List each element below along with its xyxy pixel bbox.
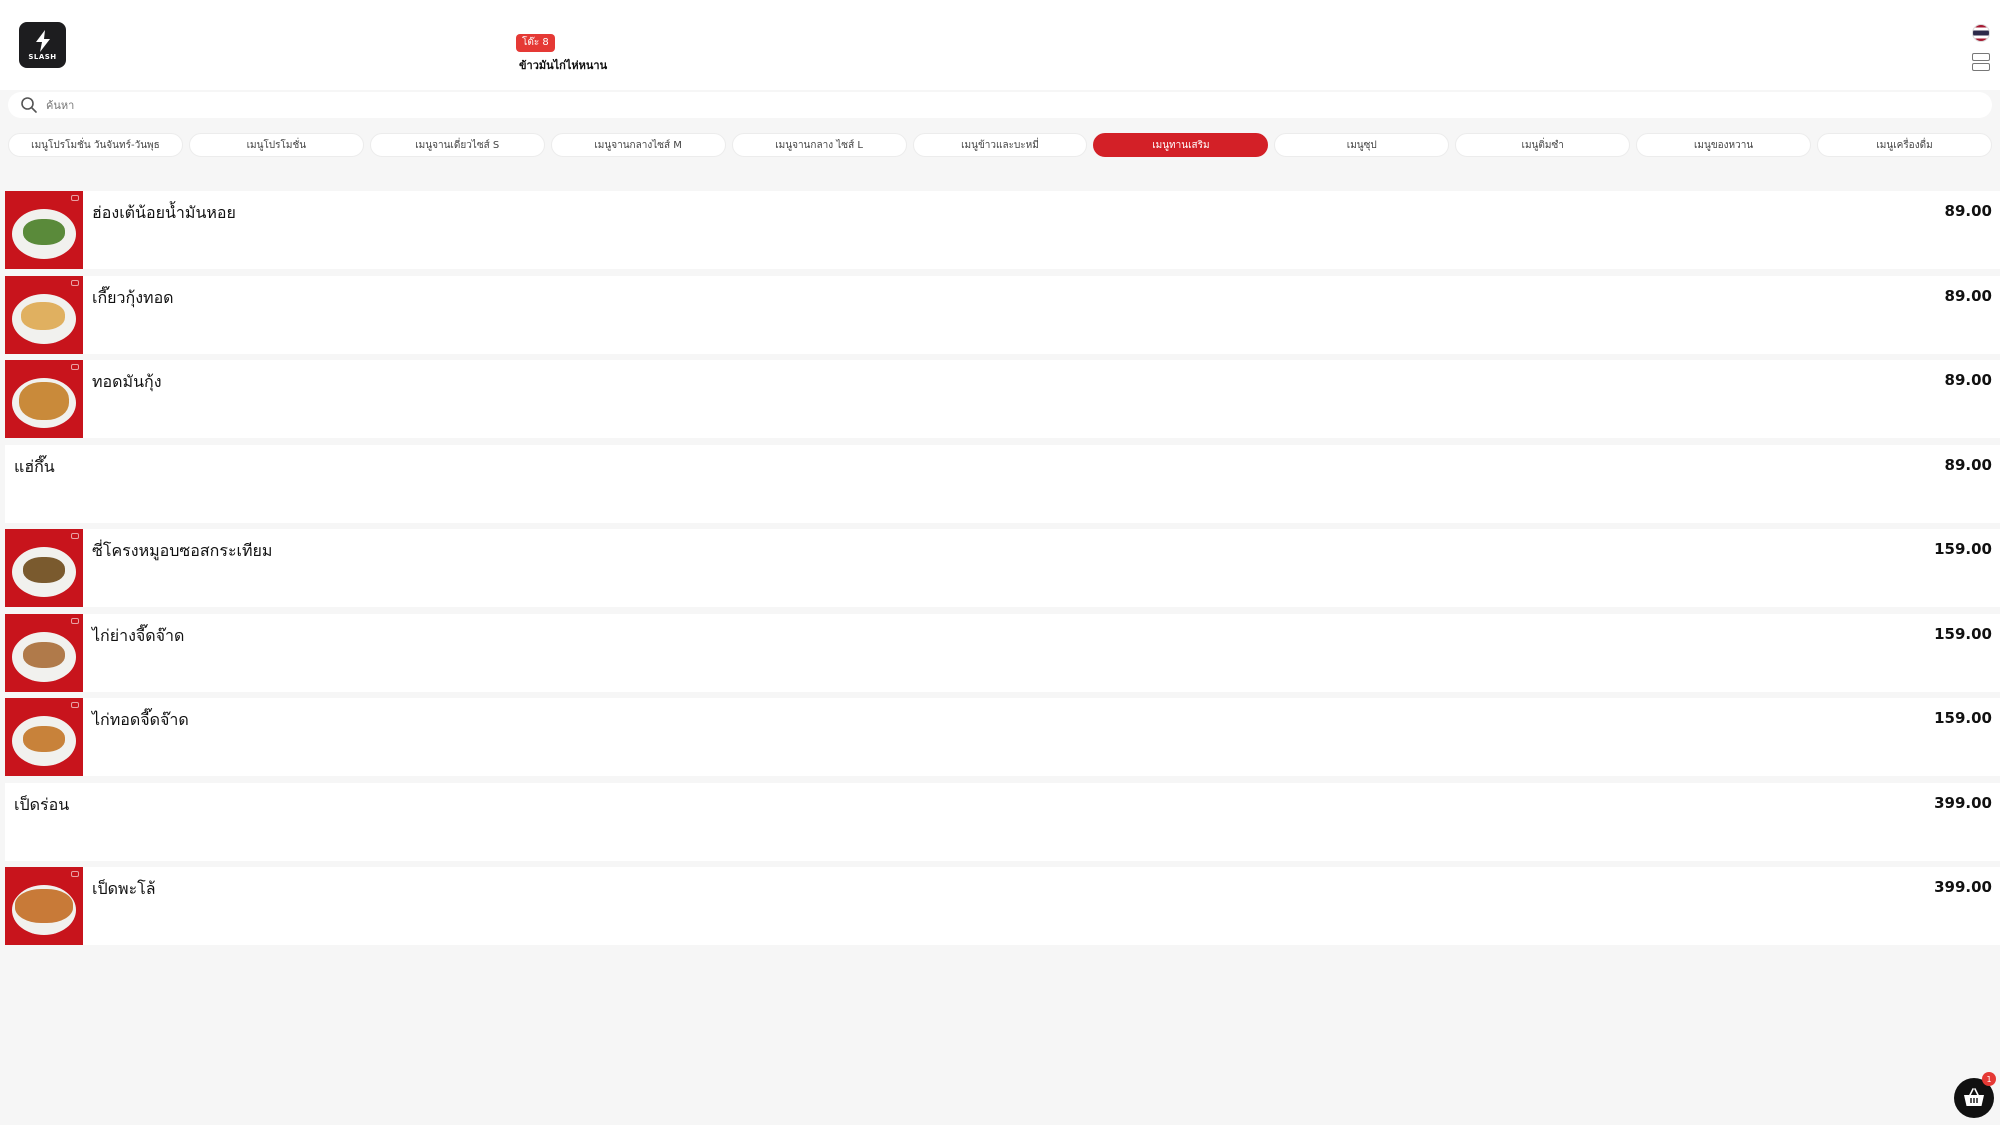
logo-text: SLASH xyxy=(28,52,57,61)
menu-item[interactable]: ไก่ทอดจี๊ดจ๊าด 159.00 xyxy=(5,698,2000,776)
search-input[interactable] xyxy=(46,98,1946,112)
search-bar xyxy=(8,92,1992,118)
menu-item[interactable]: เกี๊ยวกุ้งทอด 89.00 xyxy=(5,275,2000,354)
menu-item-name: เกี๊ยวกุ้งทอด xyxy=(92,287,174,307)
slash-logo[interactable]: SLASH xyxy=(19,22,66,68)
menu-item[interactable]: ไก่ย่างจี๊ดจ๊าด 159.00 xyxy=(5,613,2000,692)
menu-item-price: 159.00 xyxy=(1934,540,1992,558)
menu-item-image xyxy=(5,275,83,354)
thai-flag-icon[interactable] xyxy=(1972,24,1990,42)
menu-item-price: 89.00 xyxy=(1944,286,1992,305)
menu-item-name: ซี่โครงหมูอบซอสกระเทียม xyxy=(92,541,273,560)
menu-item[interactable]: ฮ่องเต้น้อยน้ำมันหอย 89.00 xyxy=(5,191,2000,269)
menu-item[interactable]: แฮ่กึ๊น 89.00 xyxy=(5,444,2000,523)
menu-item-price: 89.00 xyxy=(1944,371,1992,389)
menu-item-image xyxy=(5,698,83,776)
menu-item[interactable]: ทอดมันกุ้ง 89.00 xyxy=(5,360,2000,438)
menu-item-price: 89.00 xyxy=(1944,455,1992,474)
table-badge: โต๊ะ 8 xyxy=(516,34,555,52)
tab-medium-size-l[interactable]: เมนูจานกลาง ไซส์ L xyxy=(731,133,907,157)
menu-item-name: ไก่ย่างจี๊ดจ๊าด xyxy=(92,625,185,645)
menu-item-name: ไก่ทอดจี๊ดจ๊าด xyxy=(92,710,189,729)
tab-medium-size-m[interactable]: เมนูจานกลางไซส์ M xyxy=(550,133,726,157)
header: SLASH โต๊ะ 8 ข้าวมันไก่ไห่หนาน xyxy=(0,0,2000,90)
tab-promo[interactable]: เมนูโปรโมชั่น xyxy=(188,133,364,157)
tab-dessert[interactable]: เมนูของหวาน xyxy=(1636,133,1812,157)
menu-item-price: 159.00 xyxy=(1934,709,1992,727)
tab-single-size-s[interactable]: เมนูจานเดี่ยวไซส์ S xyxy=(369,133,545,157)
menu-item-name: ฮ่องเต้น้อยน้ำมันหอย xyxy=(92,203,236,222)
tab-drinks[interactable]: เมนูเครื่องดื่ม xyxy=(1817,133,1992,157)
tab-promo-mon-wed[interactable]: เมนูโปรโมชั่น วันจันทร์-วันพุธ xyxy=(8,133,183,157)
menu-item[interactable]: ซี่โครงหมูอบซอสกระเทียม 159.00 xyxy=(5,529,2000,607)
menu-item-image xyxy=(5,867,83,945)
search-icon xyxy=(21,97,37,113)
menu-item-name: เป็ดพะโล้ xyxy=(92,879,156,898)
menu-item-name: ทอดมันกุ้ง xyxy=(92,372,162,391)
menu-item-price: 399.00 xyxy=(1934,878,1992,896)
basket-icon xyxy=(1964,1088,1984,1106)
layout-toggle-icon[interactable] xyxy=(1972,53,1992,73)
menu-item-image xyxy=(5,191,83,269)
category-tabs: เมนูโปรโมชั่น วันจันทร์-วันพุธ เมนูโปรโม… xyxy=(8,133,1992,157)
shop-name: ข้าวมันไก่ไห่หนาน xyxy=(519,59,608,72)
menu-item-image xyxy=(5,529,83,607)
tab-soup[interactable]: เมนูซุป xyxy=(1274,133,1450,157)
cart-count-badge: 1 xyxy=(1982,1072,1996,1086)
tab-side-dishes[interactable]: เมนูทานเสริม xyxy=(1093,133,1269,157)
tab-rice-noodles[interactable]: เมนูข้าวและบะหมี่ xyxy=(912,133,1088,157)
menu-item[interactable]: เป็ดพะโล้ 399.00 xyxy=(5,867,2000,945)
lightning-icon xyxy=(35,29,50,52)
menu-item-name: แฮ่กึ๊น xyxy=(14,456,55,476)
menu-list: ฮ่องเต้น้อยน้ำมันหอย 89.00 เกี๊ยวกุ้งทอด… xyxy=(5,191,2000,952)
tab-dim-sum[interactable]: เมนูติ่มซำ xyxy=(1455,133,1631,157)
menu-item-image xyxy=(5,360,83,438)
menu-item[interactable]: เป็ดร่อน 399.00 xyxy=(5,782,2000,861)
menu-item-price: 89.00 xyxy=(1944,202,1992,220)
menu-item-price: 399.00 xyxy=(1934,793,1992,812)
menu-item-image xyxy=(5,613,83,692)
menu-item-name: เป็ดร่อน xyxy=(14,794,70,814)
menu-item-price: 159.00 xyxy=(1934,624,1992,643)
table-info: โต๊ะ 8 ข้าวมันไก่ไห่หนาน xyxy=(516,30,607,74)
